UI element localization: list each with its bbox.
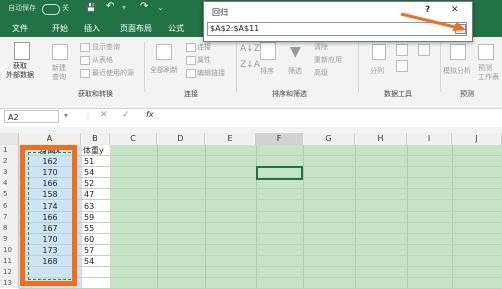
- annotation-arrow-icon: [400, 12, 466, 31]
- arrow-shaft: [400, 12, 460, 30]
